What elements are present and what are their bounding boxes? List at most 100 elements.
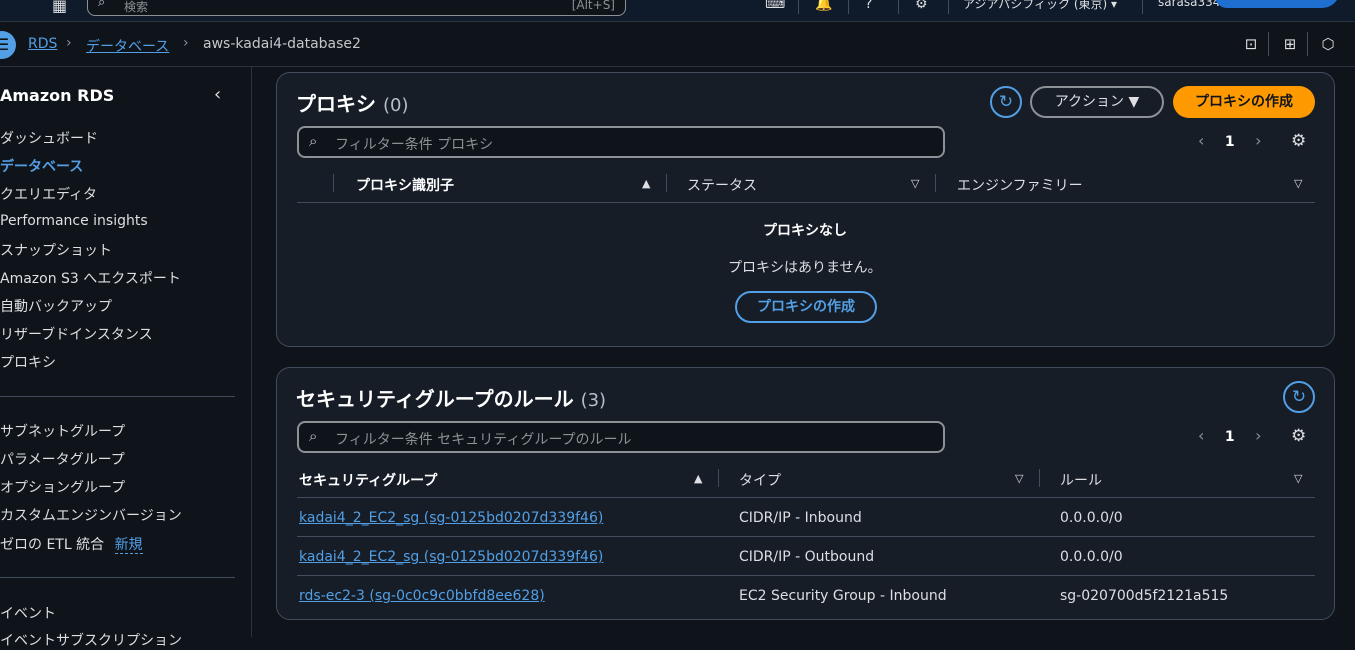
sidebar-item-automated-backups[interactable]: 自動バックアップ [0,296,112,316]
breadcrumb-databases[interactable]: データベース [86,36,169,56]
divider [848,0,849,14]
rule-value: sg-020700d5f2121a515 [1060,588,1229,604]
proxies-heading: プロキシ (0) [296,88,408,117]
sidebar-item-performance-insights[interactable]: Performance insights [0,213,148,229]
sidebar-item-events[interactable]: イベント [0,603,56,623]
rule-value: 0.0.0.0/0 [1060,549,1123,565]
search-icon: ⌕ [98,0,106,10]
notifications-bell-icon[interactable]: 🔔 [815,0,832,12]
security-group-rules-panel: セキュリティグループのルール (3) ↻ ⌕ フィルター条件 セキュリティグルー… [276,367,1335,620]
refresh-icon[interactable]: ↻ [990,86,1022,118]
settings-gear-icon[interactable]: ⚙ [915,0,928,12]
divider [898,0,899,14]
sidebar-item-dashboard[interactable]: ダッシュボード [0,128,98,148]
region-selector[interactable]: アジアパシフィック (東京) ▾ [963,0,1117,12]
sidebar-divider [0,396,235,397]
divider [1142,0,1143,14]
sidebar-title: Amazon RDS [0,86,115,105]
sort-icon[interactable]: ▽ [1294,177,1302,190]
empty-create-proxy-button[interactable]: プロキシの作成 [735,291,877,323]
rule-value: 0.0.0.0/0 [1060,510,1123,526]
breadcrumb-rds[interactable]: RDS [28,36,57,52]
proxies-filter-input[interactable]: ⌕ フィルター条件 プロキシ [297,126,945,158]
collapse-chevron-left-icon[interactable]: ‹ [214,84,221,105]
column-header-proxy-id[interactable]: プロキシ識別子 [356,175,454,195]
column-divider [1039,469,1040,487]
sg-rules-title: セキュリティグループのルール [296,387,574,411]
global-search-input[interactable]: ⌕ 検索 [Alt+S] [87,0,626,16]
search-icon: ⌕ [309,132,318,150]
sg-link[interactable]: rds-ec2-3 (sg-0c0c9c0bbfd8ee628) [299,588,545,604]
sidebar-item-databases[interactable]: データベース [0,156,83,176]
sidebar-item-subnet-groups[interactable]: サブネットグループ [0,421,125,441]
sg-rules-filter-input[interactable]: ⌕ フィルター条件 セキュリティグループのルール [297,421,945,453]
search-icon: ⌕ [309,427,318,445]
sort-ascending-icon[interactable]: ▲ [642,177,650,190]
page-number[interactable]: 1 [1225,134,1235,150]
help-icon[interactable]: ? [865,0,872,12]
sidebar-item-reserved-instances[interactable]: リザーブドインスタンス [0,324,153,344]
breadcrumb-current: aws-kadai4-database2 [203,36,361,52]
proxies-count: (0) [382,95,409,116]
security-shield-icon[interactable]: ⬡ [1319,35,1337,53]
cloudshell-icon[interactable]: ⌨ [765,0,785,12]
column-header-rule[interactable]: ルール [1060,470,1102,490]
sg-link[interactable]: kadai4_2_EC2_sg (sg-0125bd0207d339f46) [299,510,603,526]
column-header-type[interactable]: タイプ [739,470,781,490]
sort-icon[interactable]: ▽ [1294,472,1302,485]
column-divider [935,174,936,192]
sidebar-item-event-subscriptions[interactable]: イベントサブスクリプション [0,630,182,650]
sidebar-item-proxies[interactable]: プロキシ [0,352,56,372]
divider [1307,32,1308,56]
sg-rules-heading: セキュリティグループのルール (3) [296,383,606,412]
actions-button[interactable]: アクション ▼ [1030,86,1164,118]
info-panel-icon[interactable]: ⊞ [1281,35,1299,53]
sg-link[interactable]: kadai4_2_EC2_sg (sg-0125bd0207d339f46) [299,549,603,565]
sidebar-item-snapshots[interactable]: スナップショット [0,240,112,260]
chevron-right-icon[interactable]: › [1255,426,1261,445]
search-shortcut: [Alt+S] [571,0,615,12]
chevron-left-icon[interactable]: ‹ [1198,131,1204,150]
column-header-status[interactable]: ステータス [687,175,757,195]
services-grid-icon[interactable]: ▦ [52,0,70,15]
feedback-icon[interactable]: ⊡ [1242,35,1260,53]
table-settings-gear-icon[interactable]: ⚙ [1291,426,1306,446]
sort-icon[interactable]: ▽ [911,177,919,190]
sidebar-item-option-groups[interactable]: オプショングループ [0,477,125,497]
search-placeholder: 検索 [124,0,149,14]
top-navigation-bar: ▦ ⌕ 検索 [Alt+S] ⌨ 🔔 ? ⚙ アジアパシフィック (東京) ▾ … [0,0,1355,22]
proxies-panel: プロキシ (0) ↻ アクション ▼ プロキシの作成 ⌕ フィルター条件 プロキ… [276,72,1335,347]
empty-state-title: プロキシなし [763,223,847,239]
empty-state-description: プロキシはありません。 [728,260,882,276]
pagination: ‹ 1 › [1198,131,1261,150]
new-badge: 新規 [114,537,143,554]
rule-type: CIDR/IP - Inbound [739,510,862,526]
header-divider [297,202,1315,203]
divider [948,0,949,14]
rule-type: EC2 Security Group - Inbound [739,588,947,604]
chevron-left-icon[interactable]: ‹ [1198,426,1204,445]
page-number[interactable]: 1 [1225,429,1235,445]
sidebar-item-parameter-groups[interactable]: パラメータグループ [0,449,125,469]
chevron-right-icon: › [66,35,72,51]
sort-icon[interactable]: ▽ [1015,472,1023,485]
sidebar-item-zero-etl[interactable]: ゼロの ETL 統合 新規 [0,534,143,554]
refresh-icon[interactable]: ↻ [1283,381,1315,413]
divider [798,0,799,14]
sidebar-item-s3-export[interactable]: Amazon S3 へエクスポート [0,268,181,288]
table-settings-gear-icon[interactable]: ⚙ [1291,131,1306,151]
breadcrumb-bar: ☰ RDS › データベース › aws-kadai4-database2 ⊡ … [0,22,1355,67]
sort-ascending-icon[interactable]: ▲ [694,472,702,485]
chevron-right-icon[interactable]: › [1255,131,1261,150]
sg-rules-count: (3) [580,390,607,411]
column-header-engine-family[interactable]: エンジンファミリー [957,175,1083,195]
sidebar-item-query-editor[interactable]: クエリエディタ [0,184,97,204]
row-divider [297,536,1315,537]
column-header-security-group[interactable]: セキュリティグループ [299,470,437,490]
sidebar-item-custom-engine-versions[interactable]: カスタムエンジンバージョン [0,505,182,525]
proxies-title: プロキシ [296,92,376,116]
create-proxy-button[interactable]: プロキシの作成 [1173,86,1315,118]
pagination: ‹ 1 › [1198,426,1261,445]
hamburger-menu-icon[interactable]: ☰ [0,31,16,59]
zero-etl-label: ゼロの ETL 統合 [0,537,105,553]
